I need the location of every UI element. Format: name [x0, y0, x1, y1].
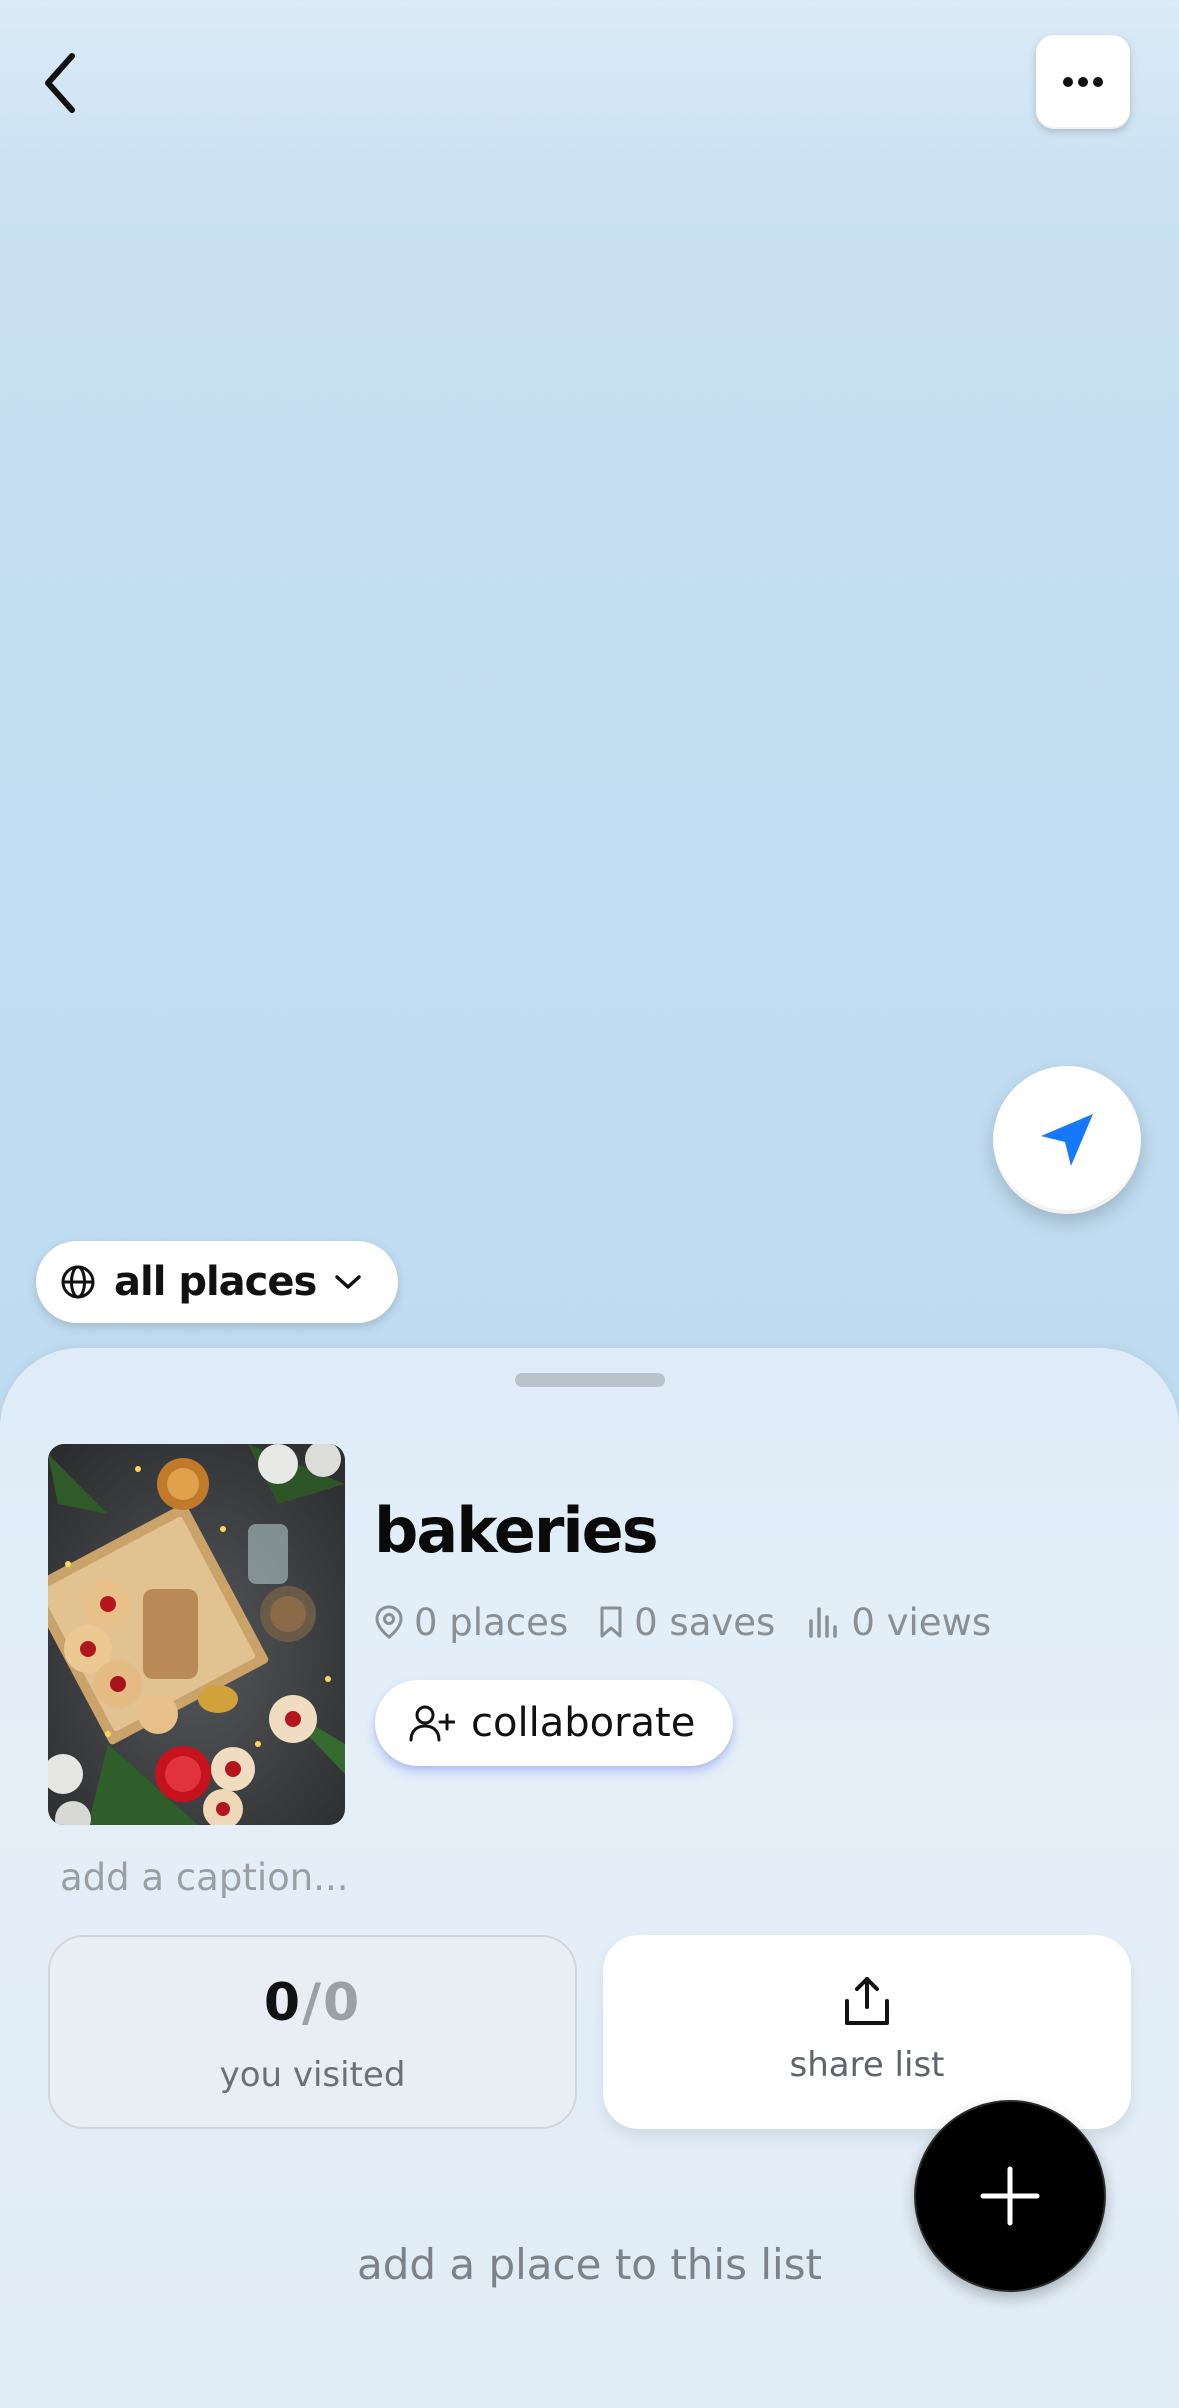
- filter-dropdown[interactable]: all places: [36, 1241, 398, 1323]
- views-stat: 0 views: [805, 1601, 991, 1644]
- visited-count-value: 0: [263, 1973, 302, 2033]
- visited-label: you visited: [219, 2055, 406, 2095]
- list-title[interactable]: bakeries: [374, 1500, 659, 1562]
- visited-count-separator: /: [302, 1973, 323, 2033]
- ellipsis-icon: [1063, 77, 1103, 87]
- list-stats: 0 places 0 saves 0 views: [374, 1598, 1021, 1646]
- add-user-icon: [409, 1705, 455, 1742]
- visited-count: 0/0: [50, 1973, 575, 2033]
- add-place-button[interactable]: [914, 2100, 1106, 2292]
- visited-progress-card[interactable]: 0/0 you visited: [48, 1935, 577, 2129]
- navigation-arrow-icon: [1041, 1114, 1093, 1166]
- share-icon: [845, 1977, 889, 2025]
- bookmark-icon: [600, 1606, 622, 1638]
- map-area[interactable]: [0, 0, 1179, 1400]
- chevron-left-icon: [45, 52, 75, 113]
- collaborate-label: collaborate: [471, 1700, 696, 1746]
- share-list-label: share list: [789, 2045, 945, 2085]
- locate-me-button[interactable]: [993, 1066, 1141, 1214]
- collaborate-button[interactable]: collaborate: [375, 1680, 733, 1766]
- map-pin-icon: [375, 1605, 403, 1639]
- globe-icon: [61, 1265, 95, 1299]
- back-button[interactable]: [30, 45, 90, 120]
- visited-total-value: 0: [323, 1973, 362, 2033]
- plus-icon: [980, 2166, 1040, 2226]
- bar-chart-icon: [809, 1607, 838, 1638]
- caption-input[interactable]: add a caption...: [60, 1856, 349, 1899]
- saves-count: 0 saves: [634, 1600, 776, 1644]
- list-cover-image[interactable]: [48, 1444, 345, 1825]
- share-list-button[interactable]: share list: [603, 1935, 1131, 2129]
- sheet-grabber[interactable]: [515, 1373, 665, 1387]
- chevron-down-icon: [334, 1273, 362, 1291]
- views-count: 0 views: [851, 1600, 992, 1644]
- more-options-button[interactable]: [1036, 35, 1130, 129]
- places-stat: 0 places: [374, 1601, 568, 1644]
- filter-label: all places: [114, 1259, 317, 1305]
- places-count: 0 places: [414, 1600, 569, 1644]
- saves-stat: 0 saves: [598, 1601, 775, 1644]
